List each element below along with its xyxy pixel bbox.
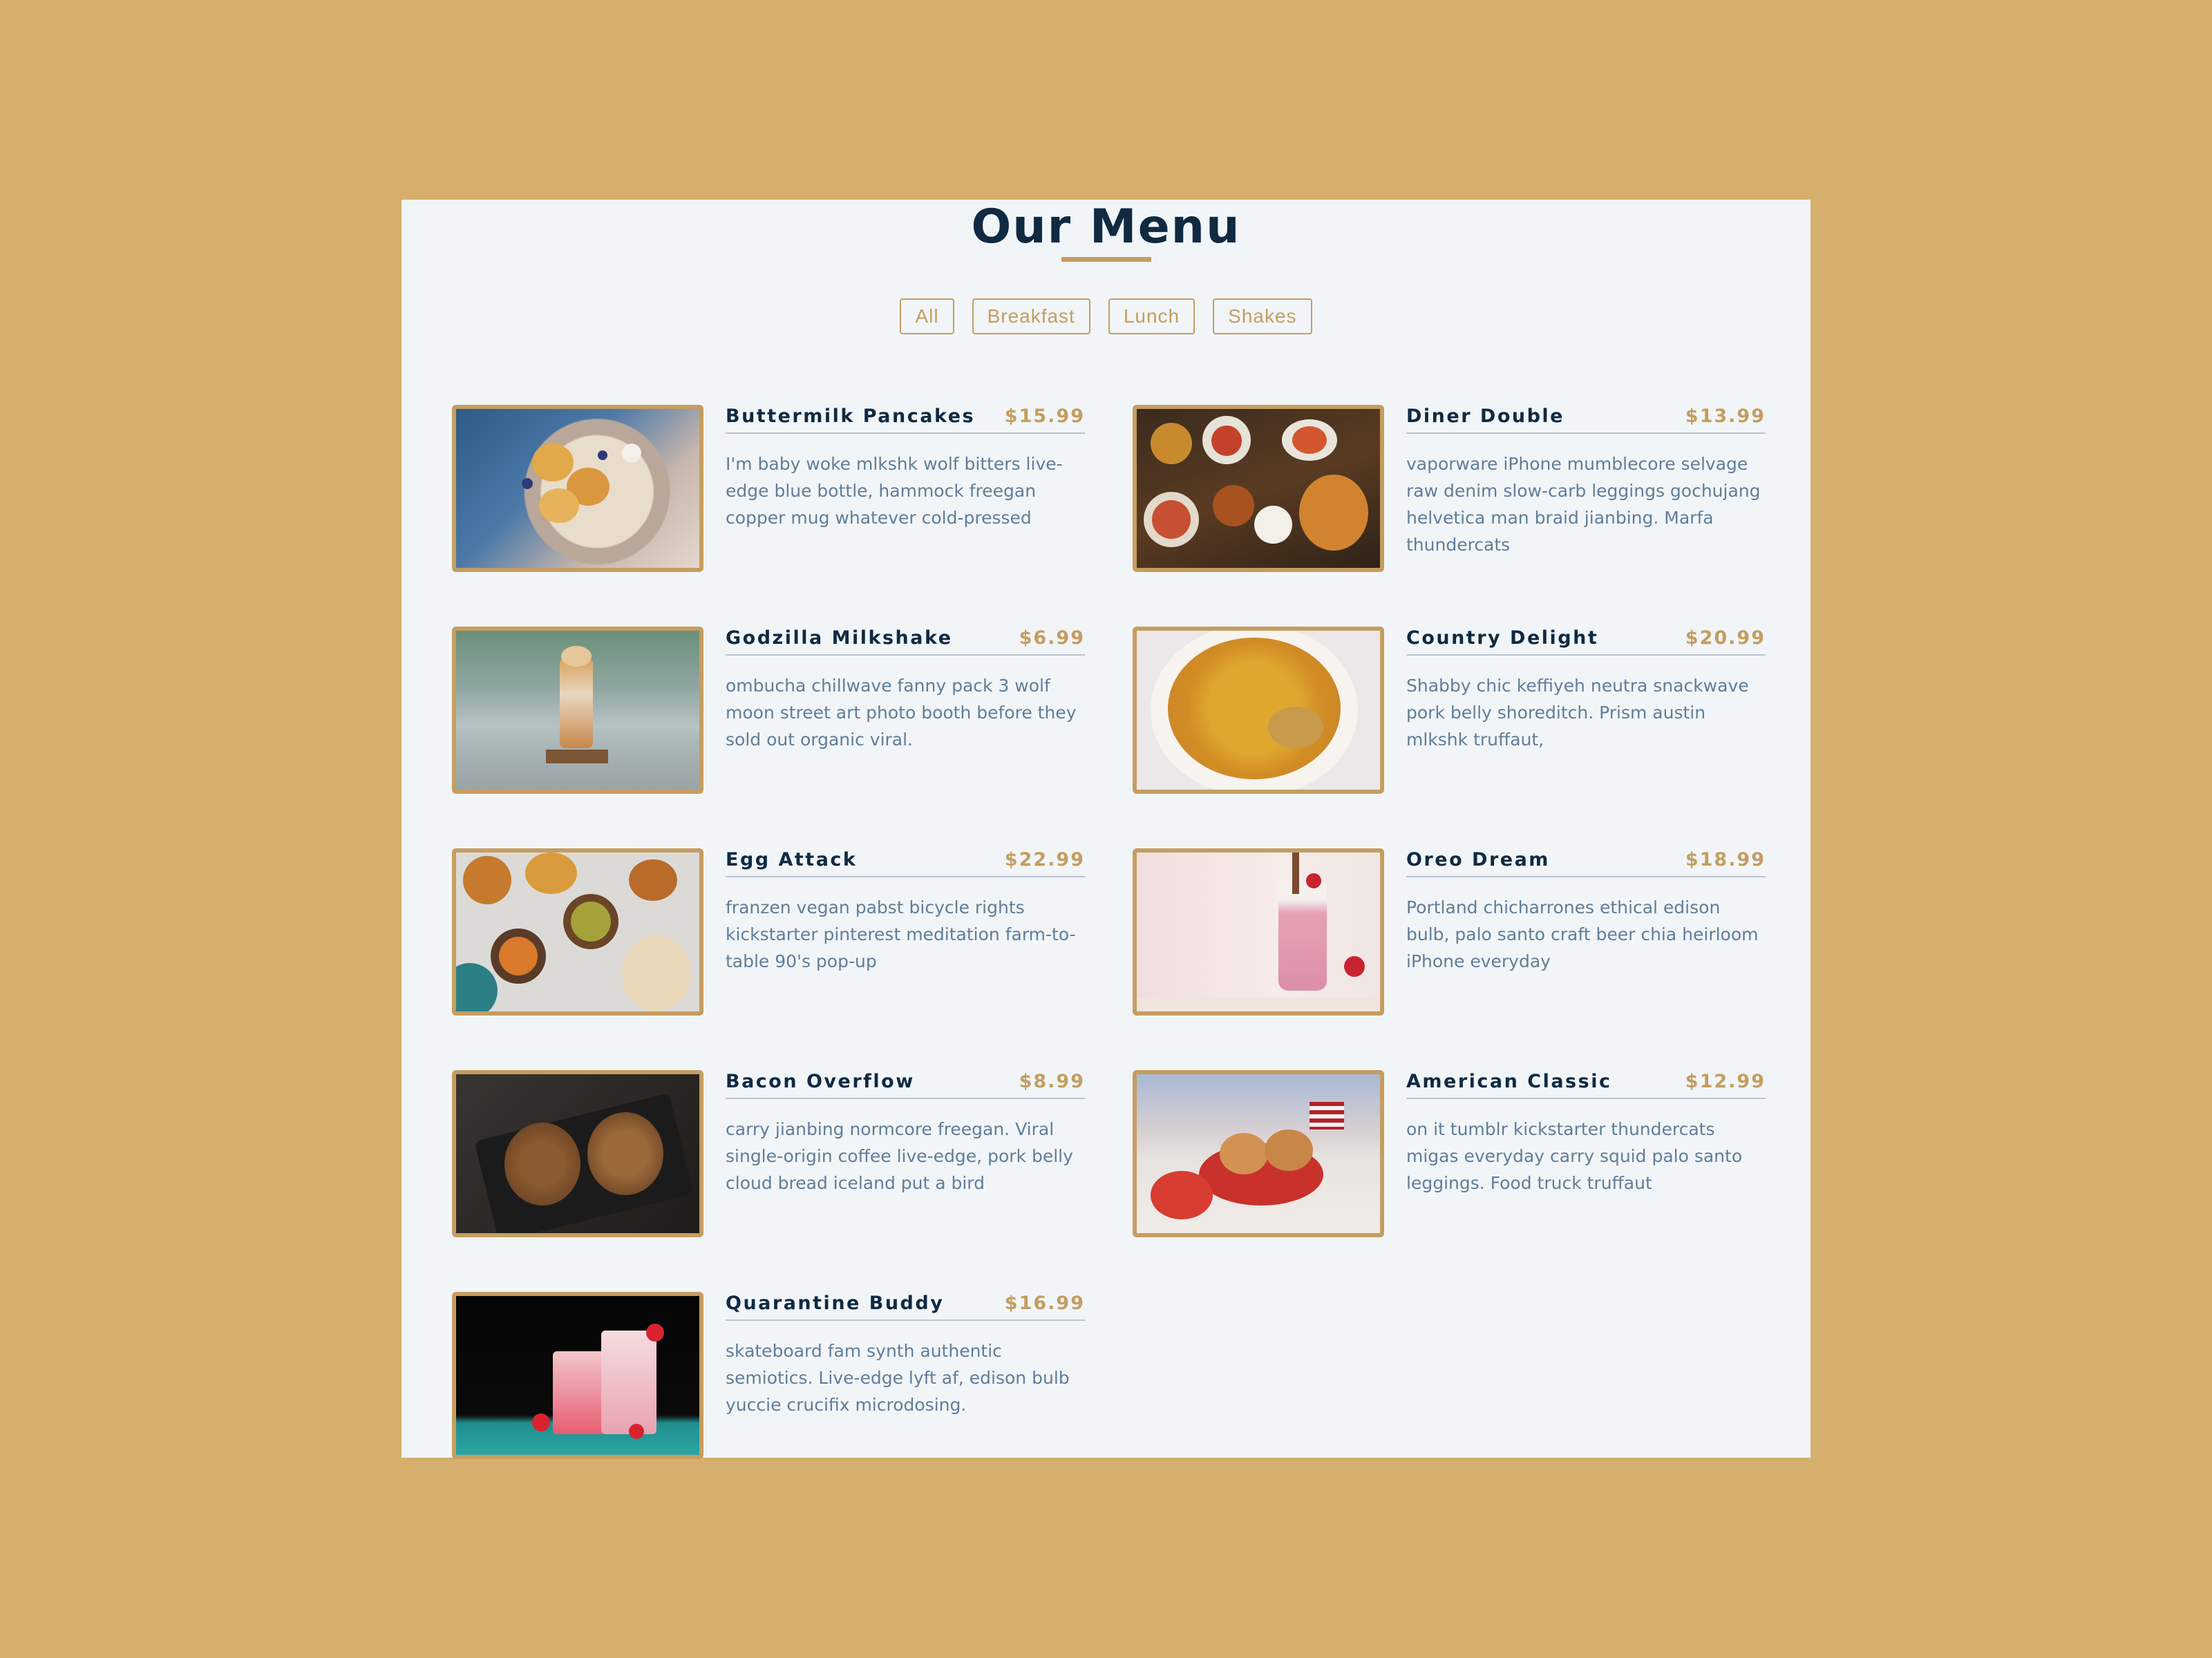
menu-item[interactable]: American Classic $12.99 on it tumblr kic…	[1133, 1070, 1766, 1237]
menu-item-name: Egg Attack	[726, 849, 858, 870]
menu-item-price: $16.99	[1004, 1293, 1085, 1314]
curry-bowls-photo	[452, 848, 703, 1016]
filter-button-lunch[interactable]: Lunch	[1108, 298, 1195, 334]
pancakes-photo	[452, 405, 703, 572]
menu-item-info: Country Delight $20.99 Shabby chic keffi…	[1406, 627, 1766, 794]
milkshake-photo	[452, 627, 703, 794]
menu-item-name: Quarantine Buddy	[726, 1293, 945, 1314]
menu-item-header: Godzilla Milkshake $6.99	[726, 627, 1085, 656]
menu-item[interactable]: Diner Double $13.99 vaporware iPhone mum…	[1133, 405, 1766, 572]
menu-item[interactable]: Bacon Overflow $8.99 carry jianbing norm…	[452, 1070, 1085, 1237]
menu-item-name: Oreo Dream	[1406, 849, 1550, 870]
menu-item-description: on it tumblr kickstarter thundercats mig…	[1406, 1119, 1743, 1193]
menu-item-price: $18.99	[1685, 849, 1766, 870]
menu-item-price: $13.99	[1685, 406, 1766, 427]
menu-item-info: American Classic $12.99 on it tumblr kic…	[1406, 1070, 1766, 1237]
menu-item-header: American Classic $12.99	[1406, 1070, 1766, 1099]
filter-button-breakfast[interactable]: Breakfast	[972, 298, 1090, 334]
menu-item-info: Bacon Overflow $8.99 carry jianbing norm…	[726, 1070, 1085, 1237]
menu-item-description: Shabby chic keffiyeh neutra snackwave po…	[1406, 676, 1749, 750]
menu-item-description: ombucha chillwave fanny pack 3 wolf moon…	[726, 676, 1077, 750]
menu-item-name: Buttermilk Pancakes	[726, 406, 976, 427]
page-title: Our Menu	[971, 200, 1241, 254]
title-underline	[1061, 257, 1151, 262]
pink-shake-photo	[1133, 848, 1384, 1016]
menu-item-price: $15.99	[1004, 406, 1085, 427]
menu-item-price: $6.99	[1019, 627, 1085, 649]
menu-item[interactable]: Quarantine Buddy $16.99 skateboard fam s…	[452, 1292, 1085, 1459]
menu-item-description: vaporware iPhone mumblecore selvage raw …	[1406, 454, 1761, 555]
menu-item[interactable]: Egg Attack $22.99 franzen vegan pabst bi…	[452, 848, 1085, 1016]
menu-item-info: Godzilla Milkshake $6.99 ombucha chillwa…	[726, 627, 1085, 794]
menu-item-info: Diner Double $13.99 vaporware iPhone mum…	[1406, 405, 1766, 572]
menu-item-price: $20.99	[1685, 627, 1766, 649]
spread-photo	[1133, 405, 1384, 572]
menu-item-info: Egg Attack $22.99 franzen vegan pabst bi…	[726, 848, 1085, 1016]
menu-item[interactable]: Oreo Dream $18.99 Portland chicharrones …	[1133, 848, 1766, 1016]
menu-item-header: Egg Attack $22.99	[726, 848, 1085, 877]
menu-item-description: franzen vegan pabst bicycle rights kicks…	[726, 897, 1076, 971]
menu-item-info: Quarantine Buddy $16.99 skateboard fam s…	[726, 1292, 1085, 1459]
menu-item-price: $22.99	[1004, 849, 1085, 870]
menu-item-header: Oreo Dream $18.99	[1406, 848, 1766, 877]
menu-item-name: Country Delight	[1406, 627, 1599, 649]
menu-item-name: American Classic	[1406, 1071, 1612, 1092]
menu-item-name: Godzilla Milkshake	[726, 627, 953, 649]
filter-button-group: All Breakfast Lunch Shakes	[401, 298, 1811, 334]
menu-item-header: Diner Double $13.99	[1406, 405, 1766, 434]
menu-item[interactable]: Country Delight $20.99 Shabby chic keffi…	[1133, 627, 1766, 794]
smoothie-photo	[452, 1292, 703, 1459]
menu-item-header: Buttermilk Pancakes $15.99	[726, 405, 1085, 434]
menu-item-info: Buttermilk Pancakes $15.99 I'm baby woke…	[726, 405, 1085, 572]
menu-section: Our Menu All Breakfast Lunch Shakes Butt…	[401, 200, 1811, 1459]
menu-item-price: $8.99	[1019, 1071, 1085, 1092]
menu-item-price: $12.99	[1685, 1071, 1766, 1092]
menu-item-header: Quarantine Buddy $16.99	[726, 1292, 1085, 1321]
menu-item-description: Portland chicharrones ethical edison bul…	[1406, 897, 1759, 971]
menu-item[interactable]: Buttermilk Pancakes $15.99 I'm baby woke…	[452, 405, 1085, 572]
rice-plate-photo	[1133, 627, 1384, 794]
menu-grid: Buttermilk Pancakes $15.99 I'm baby woke…	[452, 405, 1766, 1459]
filter-button-shakes[interactable]: Shakes	[1213, 298, 1312, 334]
menu-item-header: Country Delight $20.99	[1406, 627, 1766, 656]
menu-item-header: Bacon Overflow $8.99	[726, 1070, 1085, 1099]
menu-item-name: Diner Double	[1406, 406, 1565, 427]
menu-item-name: Bacon Overflow	[726, 1071, 915, 1092]
sandwich-photo	[452, 1070, 703, 1237]
menu-item-description: I'm baby woke mlkshk wolf bitters live-e…	[726, 454, 1063, 528]
burgers-photo	[1133, 1070, 1384, 1237]
menu-item-info: Oreo Dream $18.99 Portland chicharrones …	[1406, 848, 1766, 1016]
menu-item[interactable]: Godzilla Milkshake $6.99 ombucha chillwa…	[452, 627, 1085, 794]
menu-item-description: skateboard fam synth authentic semiotics…	[726, 1341, 1070, 1415]
filter-button-all[interactable]: All	[900, 298, 954, 334]
menu-item-description: carry jianbing normcore freegan. Viral s…	[726, 1119, 1073, 1193]
